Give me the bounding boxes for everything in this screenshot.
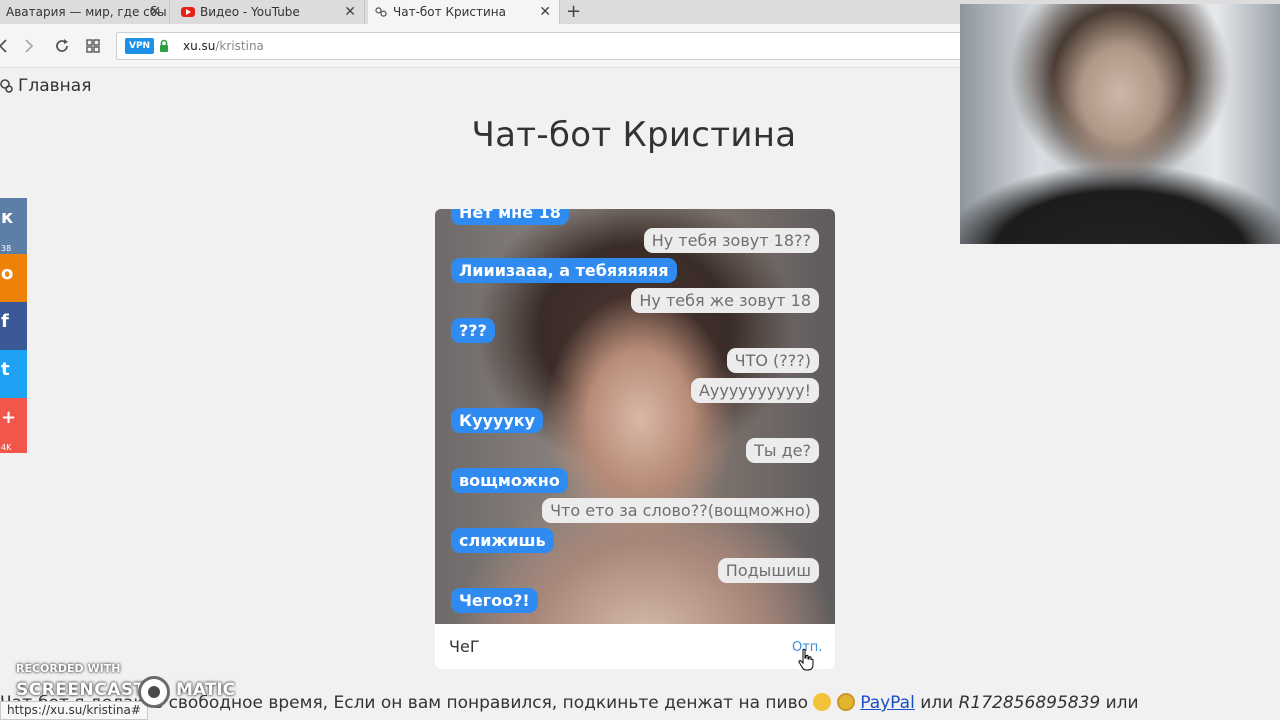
footer-or: или: [920, 693, 954, 713]
chat-message-user: Ты де?: [746, 438, 819, 463]
odnoklassniki-icon: о: [1, 263, 14, 284]
webcam-overlay: [960, 4, 1280, 244]
hand-cursor-icon: [798, 648, 814, 671]
paypal-link[interactable]: PayPal: [860, 693, 915, 713]
chat-message-user: Ну тебя же зовут 18: [631, 288, 819, 313]
screencast-watermark: RECORDED WITH SCREENCAST MATIC: [16, 662, 236, 708]
back-icon[interactable]: [0, 38, 8, 54]
vk-icon: к: [1, 207, 14, 228]
close-icon[interactable]: ✕: [344, 4, 356, 20]
chat-message-list[interactable]: Нет мне 18 Ну тебя зовут 18?? Лииизааа, …: [435, 209, 835, 624]
watermark-screencast: SCREENCAST: [16, 680, 146, 700]
chat-message-bot: слижишь: [451, 528, 554, 553]
chat-message-bot: Чегоо?!: [451, 588, 538, 613]
vk-share-count: 38: [1, 244, 12, 253]
forward-icon[interactable]: [24, 38, 34, 54]
wallet-number: R172856895839: [958, 693, 1101, 713]
tab-kristina[interactable]: Чат-бот Кристина ✕: [368, 0, 560, 24]
home-label: Главная: [18, 76, 92, 96]
address-bar[interactable]: VPN xu.su/kristina: [116, 32, 976, 60]
watermark-recorded-with: RECORDED WITH: [16, 662, 121, 675]
chat-message-bot: Нет мне 18: [451, 209, 569, 225]
facebook-icon: f: [1, 311, 9, 332]
chat-message-bot: вощможно: [451, 468, 568, 493]
close-icon[interactable]: ✕: [149, 4, 161, 20]
tab-avataria[interactable]: Аватария — мир, где сбы ✕: [0, 0, 170, 24]
url-path: /kristina: [215, 39, 264, 53]
new-tab-button[interactable]: +: [566, 1, 581, 23]
chat-message-user: Ауууууууууу!: [690, 378, 819, 403]
chat-message-bot: ???: [451, 318, 495, 343]
tab-label: Чат-бот Кристина: [393, 5, 506, 19]
chat-message-user: Ну тебя зовут 18??: [643, 228, 819, 253]
lock-icon[interactable]: [159, 39, 169, 53]
share-total-count: 4K: [1, 443, 12, 452]
close-icon[interactable]: ✕: [539, 4, 551, 20]
share-twitter-button[interactable]: t: [0, 350, 27, 398]
vpn-badge[interactable]: VPN: [125, 38, 155, 54]
chat-message-user: Подышиш: [717, 558, 819, 583]
share-more-button[interactable]: + 4K: [0, 398, 27, 453]
twitter-icon: t: [1, 359, 10, 380]
chat-message-user: Что ето за слово??(вощможно): [542, 498, 819, 523]
beer-emoji-icon: [813, 693, 832, 711]
youtube-icon: [181, 7, 195, 17]
chat-icon: [0, 79, 13, 93]
plus-icon: +: [1, 407, 17, 428]
share-bar: к 38 о f t + 4K: [0, 198, 27, 453]
chat-input[interactable]: [449, 634, 779, 658]
speed-dial-icon[interactable]: [86, 39, 100, 53]
share-facebook-button[interactable]: f: [0, 302, 27, 350]
tab-youtube[interactable]: Видео - YouTube ✕: [175, 0, 365, 24]
home-link[interactable]: Главная: [0, 76, 91, 96]
money-bag-emoji-icon: [836, 693, 855, 711]
chat-widget: Нет мне 18 Ну тебя зовут 18?? Лииизааа, …: [435, 209, 835, 669]
footer-or: или: [1105, 693, 1139, 713]
tab-label: Аватария — мир, где сбы: [6, 5, 167, 19]
tab-label: Видео - YouTube: [200, 5, 300, 19]
watermark-matic: MATIC: [176, 680, 236, 700]
screencast-logo-icon: [138, 676, 170, 708]
xu-su-icon: [375, 7, 387, 17]
chat-message-bot: Лииизааа, а тебяяяяяя: [451, 258, 677, 283]
share-ok-button[interactable]: о: [0, 254, 27, 302]
chat-message-user: ЧТО (???): [726, 348, 819, 373]
chat-message-bot: Кууууку: [451, 408, 544, 433]
status-bar-url: https://xu.su/kristina#: [0, 701, 148, 720]
url-host: xu.su: [183, 39, 216, 53]
share-vk-button[interactable]: к 38: [0, 198, 27, 254]
url-text[interactable]: xu.su/kristina: [183, 39, 264, 53]
reload-icon[interactable]: [54, 38, 70, 54]
